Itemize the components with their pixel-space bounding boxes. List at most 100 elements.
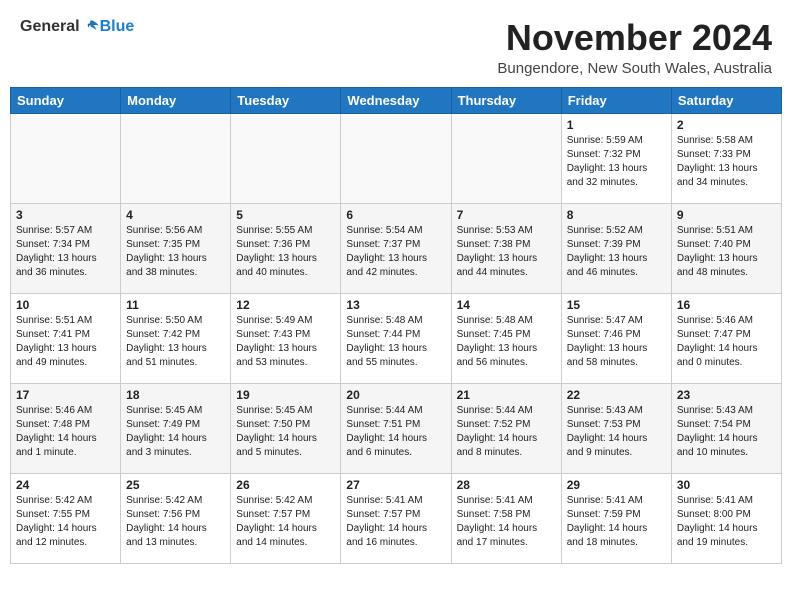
day-info: Sunrise: 5:51 AM Sunset: 7:40 PM Dayligh… <box>677 224 776 280</box>
day-number: 20 <box>346 388 445 402</box>
column-header-saturday: Saturday <box>671 87 781 113</box>
day-info: Sunrise: 5:45 AM Sunset: 7:50 PM Dayligh… <box>236 404 335 460</box>
day-info: Sunrise: 5:54 AM Sunset: 7:37 PM Dayligh… <box>346 224 445 280</box>
logo-blue-text: Blue <box>100 18 135 36</box>
calendar-cell: 12 Sunrise: 5:49 AM Sunset: 7:43 PM Dayli… <box>231 293 341 383</box>
calendar-week-row: 1 Sunrise: 5:59 AM Sunset: 7:32 PM Daylig… <box>11 113 782 203</box>
day-info: Sunrise: 5:58 AM Sunset: 7:33 PM Dayligh… <box>677 134 776 190</box>
day-number: 6 <box>346 208 445 222</box>
day-number: 4 <box>126 208 225 222</box>
calendar-cell: 24 Sunrise: 5:42 AM Sunset: 7:55 PM Dayli… <box>11 473 121 563</box>
day-number: 12 <box>236 298 335 312</box>
calendar-cell <box>121 113 231 203</box>
calendar-week-row: 17Sunrise: 5:46 AM Sunset: 7:48 PM Dayli… <box>11 383 782 473</box>
day-number: 30 <box>677 478 776 492</box>
day-info: Sunrise: 5:41 AM Sunset: 8:00 PM Dayligh… <box>677 494 776 550</box>
day-info: Sunrise: 5:55 AM Sunset: 7:36 PM Dayligh… <box>236 224 335 280</box>
calendar-cell <box>231 113 341 203</box>
day-number: 24 <box>16 478 115 492</box>
day-number: 17 <box>16 388 115 402</box>
calendar-cell: 18 Sunrise: 5:45 AM Sunset: 7:49 PM Dayli… <box>121 383 231 473</box>
day-number: 14 <box>457 298 556 312</box>
day-info: Sunrise: 5:57 AM Sunset: 7:34 PM Dayligh… <box>16 224 115 280</box>
day-info: Sunrise: 5:43 AM Sunset: 7:53 PM Dayligh… <box>567 404 666 460</box>
calendar-table: SundayMondayTuesdayWednesdayThursdayFrid… <box>10 87 782 564</box>
calendar-cell: 29 Sunrise: 5:41 AM Sunset: 7:59 PM Dayli… <box>561 473 671 563</box>
calendar-cell <box>341 113 451 203</box>
calendar-cell: 23Sunrise: 5:43 AM Sunset: 7:54 PM Dayli… <box>671 383 781 473</box>
column-header-friday: Friday <box>561 87 671 113</box>
day-info: Sunrise: 5:41 AM Sunset: 7:57 PM Dayligh… <box>346 494 445 550</box>
calendar-cell: 22 Sunrise: 5:43 AM Sunset: 7:53 PM Dayli… <box>561 383 671 473</box>
calendar-cell: 26 Sunrise: 5:42 AM Sunset: 7:57 PM Dayli… <box>231 473 341 563</box>
day-info: Sunrise: 5:44 AM Sunset: 7:52 PM Dayligh… <box>457 404 556 460</box>
column-header-monday: Monday <box>121 87 231 113</box>
calendar-cell: 25 Sunrise: 5:42 AM Sunset: 7:56 PM Dayli… <box>121 473 231 563</box>
logo-general-text: General <box>20 18 80 36</box>
calendar-week-row: 3Sunrise: 5:57 AM Sunset: 7:34 PM Daylig… <box>11 203 782 293</box>
day-number: 13 <box>346 298 445 312</box>
day-info: Sunrise: 5:42 AM Sunset: 7:57 PM Dayligh… <box>236 494 335 550</box>
calendar-cell: 2 Sunrise: 5:58 AM Sunset: 7:33 PM Daylig… <box>671 113 781 203</box>
calendar-cell: 27 Sunrise: 5:41 AM Sunset: 7:57 PM Dayli… <box>341 473 451 563</box>
column-header-thursday: Thursday <box>451 87 561 113</box>
day-number: 11 <box>126 298 225 312</box>
column-header-sunday: Sunday <box>11 87 121 113</box>
day-number: 16 <box>677 298 776 312</box>
day-info: Sunrise: 5:41 AM Sunset: 7:59 PM Dayligh… <box>567 494 666 550</box>
day-number: 29 <box>567 478 666 492</box>
day-info: Sunrise: 5:45 AM Sunset: 7:49 PM Dayligh… <box>126 404 225 460</box>
day-number: 26 <box>236 478 335 492</box>
calendar-cell: 9 Sunrise: 5:51 AM Sunset: 7:40 PM Daylig… <box>671 203 781 293</box>
calendar-cell: 16Sunrise: 5:46 AM Sunset: 7:47 PM Dayli… <box>671 293 781 383</box>
day-info: Sunrise: 5:51 AM Sunset: 7:41 PM Dayligh… <box>16 314 115 370</box>
day-number: 1 <box>567 118 666 132</box>
logo-bird-icon <box>82 18 100 36</box>
calendar-cell: 20 Sunrise: 5:44 AM Sunset: 7:51 PM Dayli… <box>341 383 451 473</box>
day-number: 9 <box>677 208 776 222</box>
day-number: 5 <box>236 208 335 222</box>
calendar-cell: 7 Sunrise: 5:53 AM Sunset: 7:38 PM Daylig… <box>451 203 561 293</box>
day-info: Sunrise: 5:53 AM Sunset: 7:38 PM Dayligh… <box>457 224 556 280</box>
calendar-cell <box>11 113 121 203</box>
calendar-cell: 11 Sunrise: 5:50 AM Sunset: 7:42 PM Dayli… <box>121 293 231 383</box>
title-section: November 2024 Bungendore, New South Wale… <box>497 18 772 77</box>
day-info: Sunrise: 5:50 AM Sunset: 7:42 PM Dayligh… <box>126 314 225 370</box>
day-number: 25 <box>126 478 225 492</box>
day-info: Sunrise: 5:48 AM Sunset: 7:44 PM Dayligh… <box>346 314 445 370</box>
calendar-cell: 4 Sunrise: 5:56 AM Sunset: 7:35 PM Daylig… <box>121 203 231 293</box>
day-number: 27 <box>346 478 445 492</box>
calendar-cell: 10 Sunrise: 5:51 AM Sunset: 7:41 PM Dayli… <box>11 293 121 383</box>
day-info: Sunrise: 5:42 AM Sunset: 7:55 PM Dayligh… <box>16 494 115 550</box>
day-info: Sunrise: 5:42 AM Sunset: 7:56 PM Dayligh… <box>126 494 225 550</box>
calendar-cell: 30 Sunrise: 5:41 AM Sunset: 8:00 PM Dayli… <box>671 473 781 563</box>
day-number: 18 <box>126 388 225 402</box>
logo: General Blue <box>20 18 134 36</box>
day-number: 10 <box>16 298 115 312</box>
day-info: Sunrise: 5:49 AM Sunset: 7:43 PM Dayligh… <box>236 314 335 370</box>
calendar-cell: 3Sunrise: 5:57 AM Sunset: 7:34 PM Daylig… <box>11 203 121 293</box>
calendar-week-row: 24 Sunrise: 5:42 AM Sunset: 7:55 PM Dayli… <box>11 473 782 563</box>
calendar-cell: 14 Sunrise: 5:48 AM Sunset: 7:45 PM Dayli… <box>451 293 561 383</box>
day-number: 28 <box>457 478 556 492</box>
calendar-cell: 28Sunrise: 5:41 AM Sunset: 7:58 PM Dayli… <box>451 473 561 563</box>
day-number: 7 <box>457 208 556 222</box>
column-header-tuesday: Tuesday <box>231 87 341 113</box>
calendar-week-row: 10 Sunrise: 5:51 AM Sunset: 7:41 PM Dayli… <box>11 293 782 383</box>
day-number: 2 <box>677 118 776 132</box>
calendar-cell: 5 Sunrise: 5:55 AM Sunset: 7:36 PM Daylig… <box>231 203 341 293</box>
calendar-cell: 13 Sunrise: 5:48 AM Sunset: 7:44 PM Dayli… <box>341 293 451 383</box>
day-info: Sunrise: 5:56 AM Sunset: 7:35 PM Dayligh… <box>126 224 225 280</box>
calendar-cell: 1 Sunrise: 5:59 AM Sunset: 7:32 PM Daylig… <box>561 113 671 203</box>
day-number: 21 <box>457 388 556 402</box>
day-info: Sunrise: 5:59 AM Sunset: 7:32 PM Dayligh… <box>567 134 666 190</box>
calendar-cell: 19Sunrise: 5:45 AM Sunset: 7:50 PM Dayli… <box>231 383 341 473</box>
day-number: 22 <box>567 388 666 402</box>
column-header-wednesday: Wednesday <box>341 87 451 113</box>
location-subtitle: Bungendore, New South Wales, Australia <box>497 60 772 77</box>
calendar-cell: 15Sunrise: 5:47 AM Sunset: 7:46 PM Dayli… <box>561 293 671 383</box>
day-info: Sunrise: 5:44 AM Sunset: 7:51 PM Dayligh… <box>346 404 445 460</box>
day-number: 23 <box>677 388 776 402</box>
day-info: Sunrise: 5:48 AM Sunset: 7:45 PM Dayligh… <box>457 314 556 370</box>
day-number: 15 <box>567 298 666 312</box>
